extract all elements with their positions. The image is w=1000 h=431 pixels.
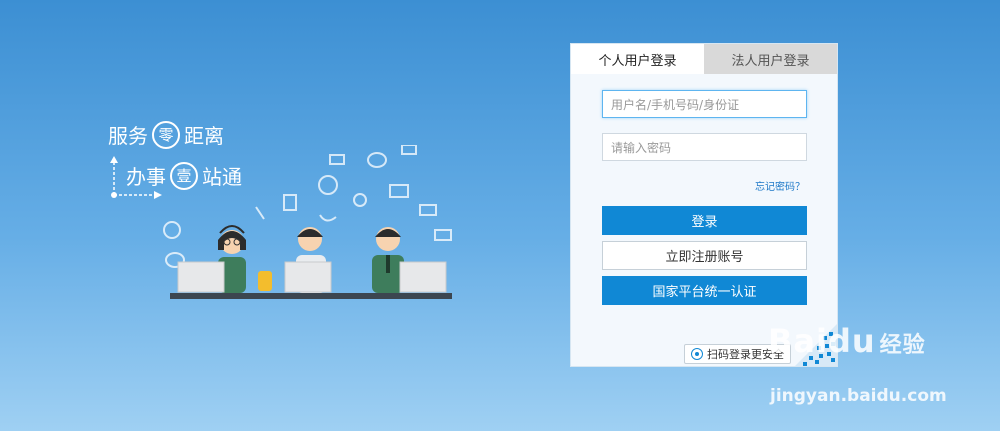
password-input[interactable]: 请输入密码 — [602, 133, 807, 161]
tab-corporate-login[interactable]: 法人用户登录 — [704, 44, 837, 74]
forgot-password-link[interactable]: 忘记密码？ — [755, 178, 805, 193]
login-panel: 个人用户登录 法人用户登录 用户名/手机号码/身份证 请输入密码 忘记密码？ 登… — [570, 43, 838, 367]
login-tabs: 个人用户登录 法人用户登录 — [571, 44, 837, 74]
card-icon — [329, 154, 345, 165]
login-button[interactable]: 登录 — [602, 206, 807, 235]
register-button[interactable]: 立即注册账号 — [602, 241, 807, 270]
customer-service-illustration — [163, 145, 452, 299]
baidu-jingyan-watermark: Baidu 经验 — [768, 322, 926, 360]
tab-personal-login[interactable]: 个人用户登录 — [571, 44, 704, 74]
chat-bubble-icon — [367, 152, 387, 168]
qr-scan-icon — [691, 348, 703, 360]
hand-pointer-icon — [255, 206, 265, 220]
document-icon — [283, 194, 297, 211]
slogan-text: 服务 — [108, 124, 148, 148]
monitor-icon — [389, 184, 409, 198]
mail-icon — [401, 145, 417, 155]
arrow-circle-icon — [353, 193, 367, 207]
phone-icon — [319, 214, 337, 222]
watermark-url: jingyan.baidu.com — [770, 386, 947, 406]
envelope-icon — [434, 229, 452, 241]
globe-icon — [318, 175, 338, 195]
gear-icon — [163, 221, 181, 239]
cart-icon — [419, 204, 437, 216]
national-auth-button[interactable]: 国家平台统一认证 — [602, 276, 807, 305]
watermark-brand-suffix: 经验 — [879, 333, 926, 358]
watermark-brand: Baidu — [768, 322, 876, 360]
username-input[interactable]: 用户名/手机号码/身份证 — [602, 90, 807, 118]
